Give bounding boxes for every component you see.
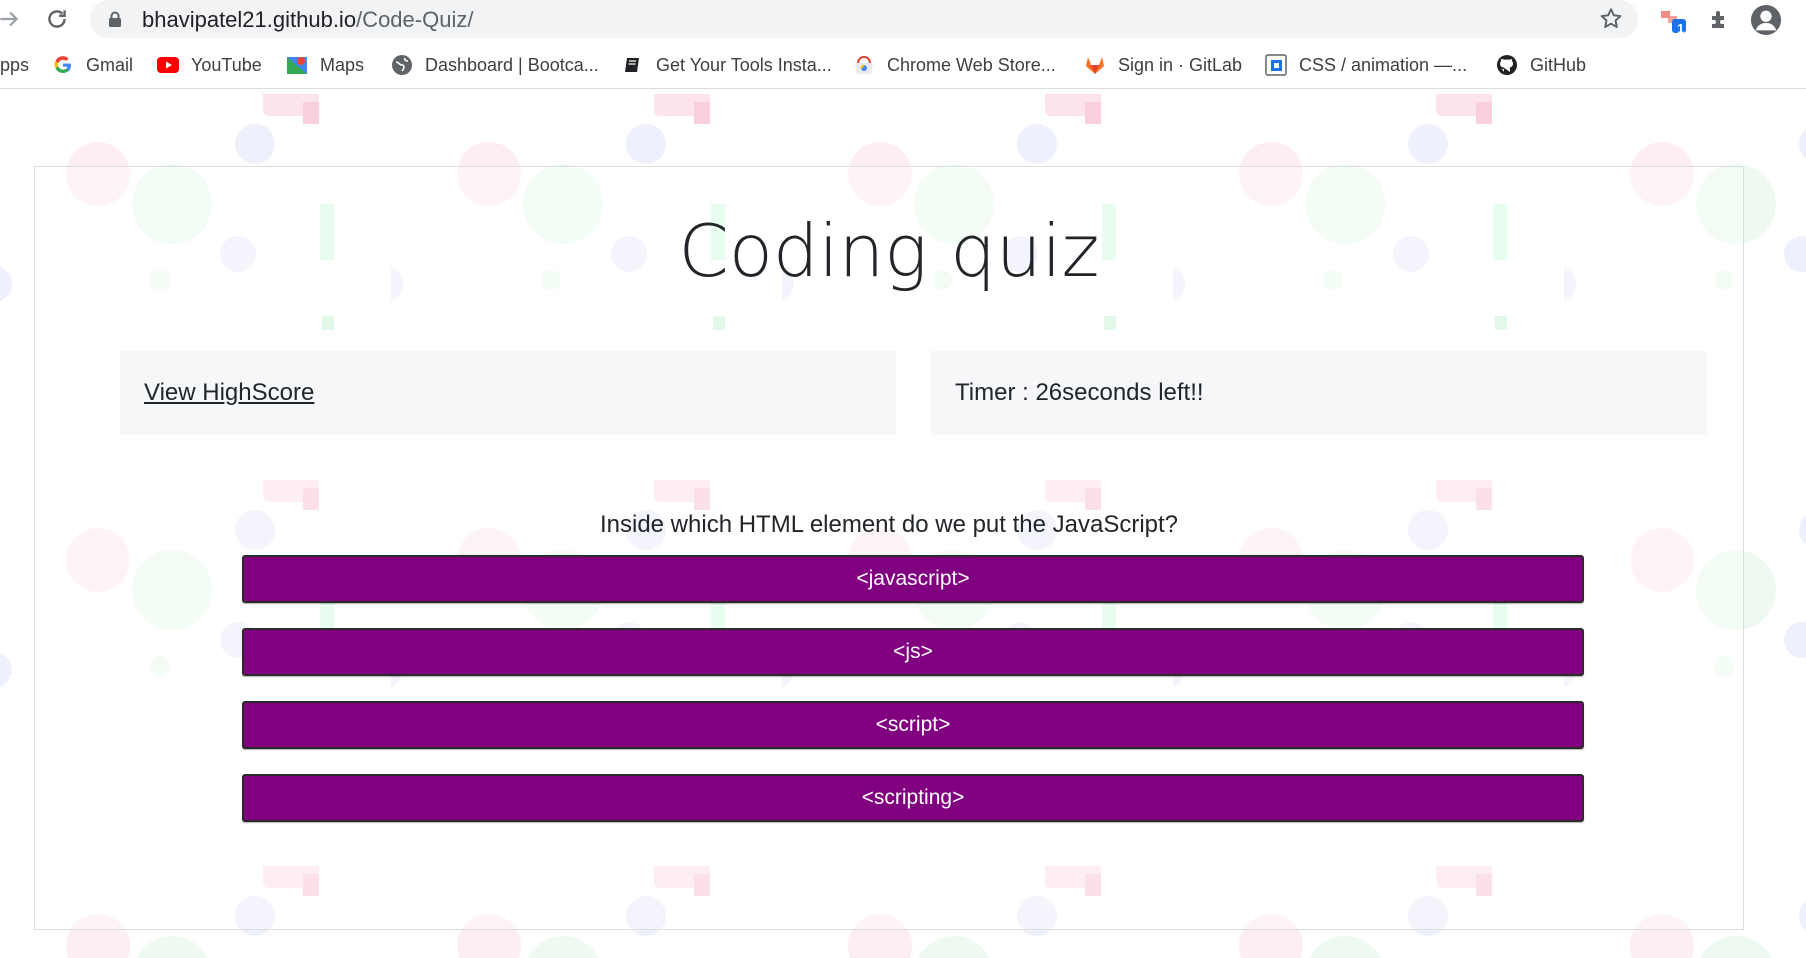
bookmark-youtube[interactable]: YouTube xyxy=(157,52,262,78)
youtube-icon xyxy=(157,54,179,76)
google-icon xyxy=(52,54,74,76)
chrome-web-store-icon xyxy=(853,54,875,76)
lock-icon[interactable] xyxy=(108,11,122,33)
view-highscore-link[interactable]: View HighScore xyxy=(144,379,314,407)
bookmark-gmail[interactable]: Gmail xyxy=(52,52,133,78)
url-text[interactable]: bhavipatel21.github.io/Code-Quiz/ xyxy=(142,7,473,33)
browser-toolbar: bhavipatel21.github.io/Code-Quiz/ 1 xyxy=(0,0,1806,38)
bookmark-dashboard[interactable]: Dashboard | Bootca... xyxy=(391,52,599,78)
answer-button-2[interactable]: <js> xyxy=(242,628,1584,676)
extension-badge: 1 xyxy=(1677,21,1685,36)
gitlab-icon xyxy=(1084,54,1106,76)
bookmark-label: Gmail xyxy=(86,54,134,75)
bookmarks-bar: pps Gmail YouTube Maps Dashboard | Bootc… xyxy=(0,44,1806,89)
bookmark-label: Get Your Tools Insta... xyxy=(656,54,832,75)
timer-panel: Timer : 26seconds left!! xyxy=(931,351,1707,435)
bookmark-apps[interactable]: pps xyxy=(0,52,29,78)
bookmark-label: Dashboard | Bootca... xyxy=(425,54,599,75)
maps-icon xyxy=(286,54,308,76)
bookmark-star-icon[interactable] xyxy=(1598,6,1624,37)
question-text: Inside which HTML element do we put the … xyxy=(599,511,1179,538)
address-bar[interactable]: bhavipatel21.github.io/Code-Quiz/ xyxy=(90,0,1638,38)
quiz-container: Coding quiz View HighScore Timer : 26sec… xyxy=(34,166,1744,930)
bookmark-label: Maps xyxy=(320,54,365,75)
bookmark-gitlab[interactable]: Sign in · GitLab xyxy=(1084,52,1242,78)
forward-icon[interactable] xyxy=(0,4,24,34)
answer-button-3[interactable]: <script> xyxy=(242,701,1584,749)
bookmark-label: Sign in · GitLab xyxy=(1118,54,1243,75)
bookmark-maps[interactable]: Maps xyxy=(286,52,364,78)
bookmark-label: GitHub xyxy=(1530,54,1587,75)
page-title: Coding quiz xyxy=(678,209,1100,293)
answer-button-1[interactable]: <javascript> xyxy=(242,555,1584,603)
bookmark-css-animation[interactable]: CSS / animation —... xyxy=(1265,52,1467,78)
globe-icon xyxy=(391,54,413,76)
bookmark-label: Chrome Web Store... xyxy=(887,54,1056,75)
extension-icon[interactable]: 1 xyxy=(1658,4,1690,36)
bookmark-label: CSS / animation —... xyxy=(1299,54,1468,75)
book-icon xyxy=(622,54,644,76)
highscore-panel: View HighScore xyxy=(120,351,896,435)
puzzle-icon[interactable] xyxy=(1704,4,1736,36)
url-host: bhavipatel21.github.io xyxy=(142,7,357,32)
bookmark-github[interactable]: GitHub xyxy=(1496,52,1586,78)
bookmark-label: pps xyxy=(0,54,30,75)
timer-text: Timer : 26seconds left!! xyxy=(955,379,1204,406)
answer-button-4[interactable]: <scripting> xyxy=(242,774,1584,822)
bookmark-chrome-web-store[interactable]: Chrome Web Store... xyxy=(853,52,1056,78)
bookmark-tools[interactable]: Get Your Tools Insta... xyxy=(622,52,832,78)
url-path: /Code-Quiz/ xyxy=(356,7,474,32)
profile-avatar-icon[interactable] xyxy=(1750,4,1782,36)
css-doc-icon xyxy=(1265,54,1287,76)
bookmark-label: YouTube xyxy=(191,54,262,75)
page-viewport: Coding quiz View HighScore Timer : 26sec… xyxy=(0,94,1806,958)
reload-icon[interactable] xyxy=(42,4,72,34)
github-icon xyxy=(1496,54,1518,76)
